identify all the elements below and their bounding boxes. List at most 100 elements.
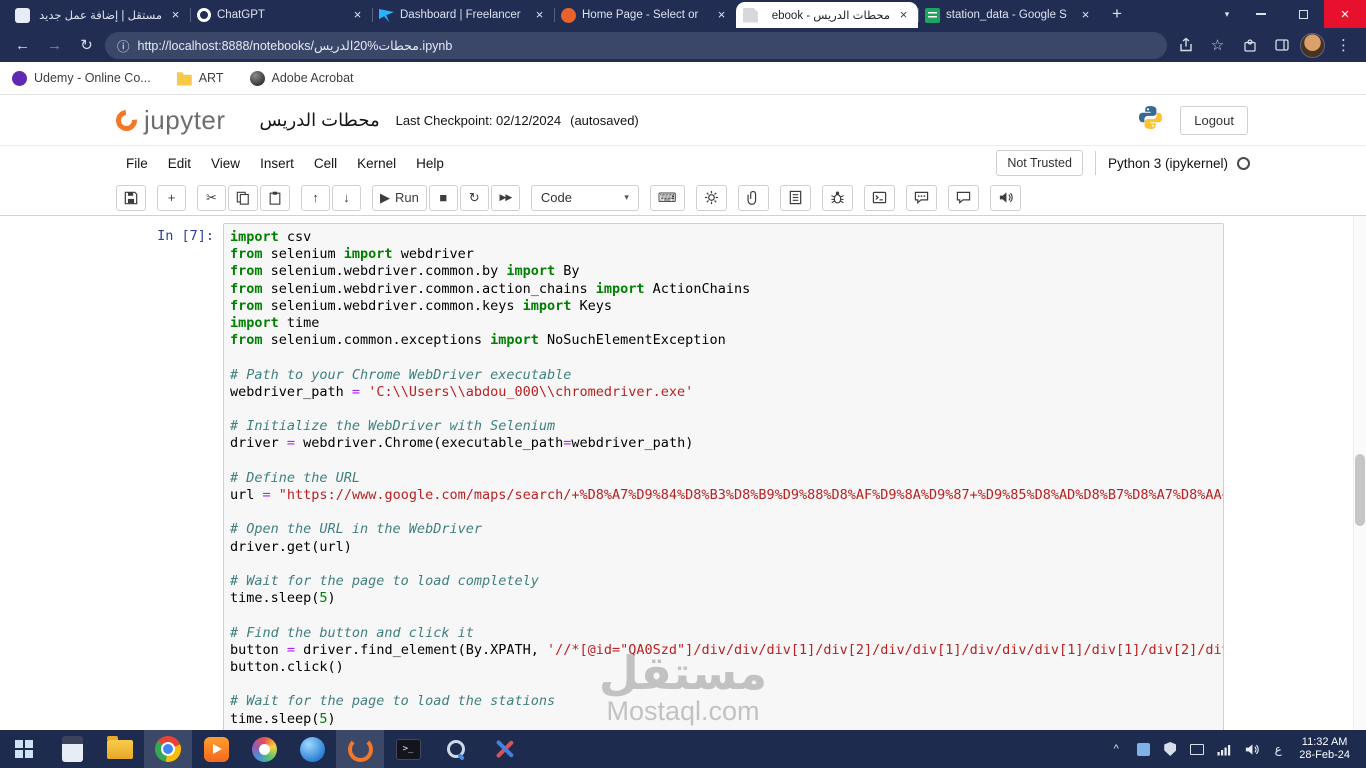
autosave-status: (autosaved): [570, 112, 639, 128]
kernel-idle-indicator: [1237, 156, 1250, 170]
bookmark-folder-art[interactable]: ART: [176, 71, 224, 86]
language-indicator[interactable]: ع: [1266, 730, 1290, 768]
snippets-list-button[interactable]: [779, 184, 811, 211]
taskbar-paint[interactable]: [240, 730, 288, 768]
notebook-title[interactable]: محطات الدريس: [260, 110, 380, 131]
minimize-button[interactable]: [1240, 0, 1282, 28]
tab-home-page[interactable]: Home Page - Select or ×: [554, 2, 736, 28]
tab-close-icon[interactable]: ×: [896, 7, 911, 23]
tab-close-icon[interactable]: ×: [532, 7, 547, 23]
taskbar-media-player[interactable]: [192, 730, 240, 768]
bookmark-star-icon[interactable]: ☆: [1204, 32, 1231, 59]
reload-icon[interactable]: ↻: [73, 32, 100, 59]
tab-close-icon[interactable]: ×: [714, 7, 729, 23]
menu-insert[interactable]: Insert: [250, 149, 304, 178]
bookmark-udemy[interactable]: Udemy - Online Co...: [12, 70, 151, 86]
page-scrollbar[interactable]: [1353, 216, 1366, 730]
network-icon[interactable]: [1212, 730, 1236, 768]
browser-address-bar: ← → ↻ ⓘ http://localhost:8888/notebooks/…: [0, 28, 1366, 62]
tab-search-caret-icon[interactable]: ▾: [1214, 9, 1240, 20]
taskbar-snip-tool[interactable]: [480, 730, 528, 768]
add-cell-button[interactable]: +: [157, 184, 186, 211]
freelancer-favicon: [379, 9, 394, 23]
volume-icon[interactable]: [1239, 730, 1263, 768]
taskbar-browser[interactable]: [288, 730, 336, 768]
run-label: Run: [395, 190, 419, 205]
jupyter-wordmark: jupyter: [144, 104, 226, 135]
clock-time: 11:32 AM: [1301, 735, 1348, 748]
comment-button[interactable]: [947, 184, 979, 211]
side-panel-icon[interactable]: [1268, 32, 1295, 59]
tray-display-icon[interactable]: [1185, 730, 1209, 768]
terminal-button[interactable]: [863, 184, 895, 211]
taskbar-clock[interactable]: 11:32 AM 28-Feb-24: [1293, 736, 1360, 763]
tab-close-icon[interactable]: ×: [350, 7, 365, 23]
command-palette-button[interactable]: ⌨: [649, 184, 685, 211]
menu-cell[interactable]: Cell: [304, 149, 347, 178]
menu-help[interactable]: Help: [406, 149, 454, 178]
browser-menu-kebab-icon[interactable]: ⋮: [1330, 32, 1357, 59]
tab-title: station_data - Google S: [946, 9, 1067, 21]
tab-freelancer[interactable]: Dashboard | Freelancer ×: [372, 2, 554, 28]
chat-dots-button[interactable]: [905, 184, 937, 211]
tab-close-icon[interactable]: ×: [1078, 7, 1093, 23]
cell-type-dropdown[interactable]: Code ▾: [530, 184, 639, 211]
forward-icon[interactable]: →: [41, 32, 68, 59]
restore-button[interactable]: [1282, 0, 1324, 28]
taskbar-terminal[interactable]: [384, 730, 432, 768]
save-button[interactable]: [116, 184, 146, 211]
not-trusted-button[interactable]: Not Trusted: [996, 150, 1083, 176]
profile-avatar[interactable]: [1300, 32, 1325, 58]
logout-button[interactable]: Logout: [1180, 105, 1248, 135]
scrollbar-thumb[interactable]: [1355, 454, 1365, 526]
tray-security-icon[interactable]: [1158, 730, 1182, 768]
taskbar-chrome[interactable]: [144, 730, 192, 768]
jupyter-menubar: File Edit View Insert Cell Kernel Help N…: [0, 145, 1366, 180]
move-cell-down-button[interactable]: ↓: [332, 184, 361, 211]
tab-title: ChatGPT: [217, 9, 265, 21]
tab-close-icon[interactable]: ×: [168, 7, 183, 23]
taskbar-search-tool[interactable]: [432, 730, 480, 768]
bookmark-adobe[interactable]: Adobe Acrobat: [249, 70, 354, 86]
speaker-button[interactable]: [989, 184, 1021, 211]
new-tab-button[interactable]: +: [1104, 1, 1130, 27]
taskbar-jupyter[interactable]: [336, 730, 384, 768]
tab-notebook-active[interactable]: محطات الدريس - ebook ×: [736, 2, 918, 28]
close-window-button[interactable]: ×: [1324, 0, 1366, 28]
jupyter-logo[interactable]: jupyter: [111, 104, 226, 136]
cut-cell-button[interactable]: ✂: [197, 184, 226, 211]
start-button[interactable]: [0, 730, 48, 768]
extensions-puzzle-icon[interactable]: [1236, 32, 1263, 59]
menu-kernel[interactable]: Kernel: [347, 149, 406, 178]
menu-view[interactable]: View: [201, 149, 250, 178]
taskbar-file-explorer[interactable]: [96, 730, 144, 768]
move-cell-up-button[interactable]: ↑: [301, 184, 330, 211]
url-input[interactable]: ⓘ http://localhost:8888/notebooks/محطات%…: [105, 31, 1167, 59]
paperclip-button[interactable]: [737, 184, 769, 211]
code-editor[interactable]: import csv from selenium import webdriver…: [223, 223, 1224, 730]
chrome-icon: [155, 736, 181, 762]
tab-chatgpt[interactable]: ChatGPT ×: [190, 2, 372, 28]
copy-cell-button[interactable]: [228, 184, 258, 211]
site-info-icon[interactable]: ⓘ: [117, 36, 130, 55]
share-icon[interactable]: [1172, 32, 1199, 59]
debugger-bug-button[interactable]: [821, 184, 853, 211]
code-cell[interactable]: In [7]: import csv from selenium import w…: [0, 216, 1366, 730]
back-icon[interactable]: ←: [9, 32, 36, 59]
restart-run-all-button[interactable]: ▶▶: [490, 184, 520, 211]
tab-mostaql[interactable]: مستقل | إضافة عمل جديد ×: [8, 2, 190, 28]
interrupt-kernel-button[interactable]: ■: [428, 184, 458, 211]
run-button[interactable]: ▶ Run: [372, 184, 427, 211]
nbextension-gear-button[interactable]: [695, 184, 727, 211]
bookmarks-bar: Udemy - Online Co... ART Adobe Acrobat: [0, 62, 1366, 95]
paste-cell-button[interactable]: [260, 184, 290, 211]
tray-app-icon[interactable]: [1131, 730, 1155, 768]
menu-file[interactable]: File: [116, 149, 158, 178]
bookmark-label: ART: [198, 71, 224, 85]
menu-edit[interactable]: Edit: [158, 149, 201, 178]
taskbar-calculator[interactable]: [48, 730, 96, 768]
hidden-icons-chevron[interactable]: ^: [1104, 730, 1128, 768]
windows-taskbar: ^ ع 11:32 AM 28-Feb-24: [0, 730, 1366, 768]
tab-sheets[interactable]: station_data - Google S ×: [918, 2, 1100, 28]
restart-kernel-button[interactable]: ↻: [459, 184, 489, 211]
